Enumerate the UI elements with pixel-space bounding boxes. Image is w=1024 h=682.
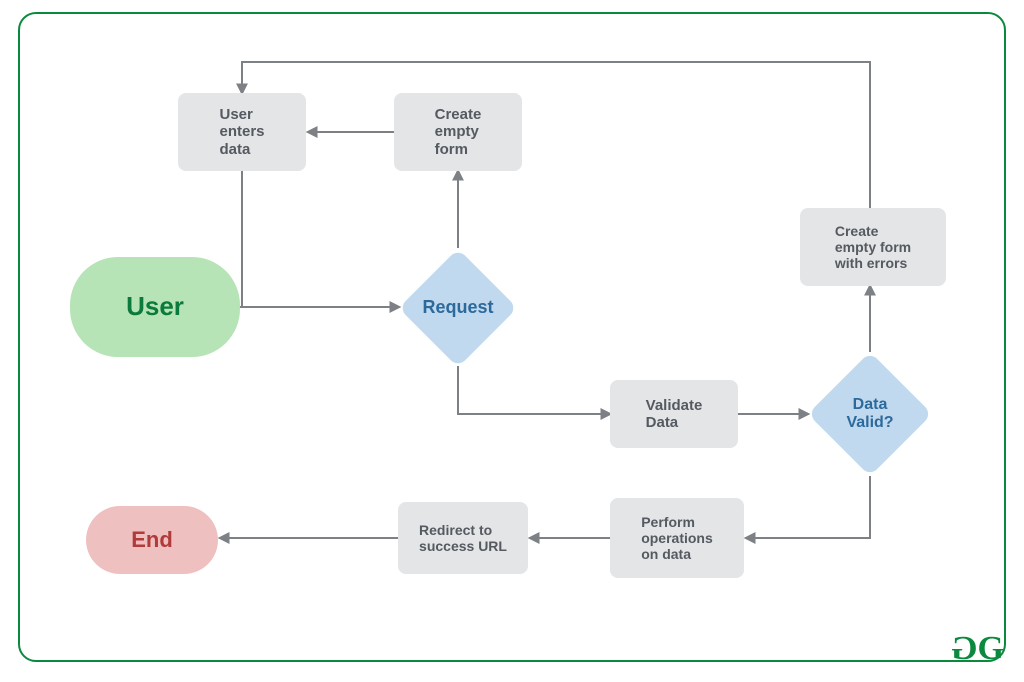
process-label: Create empty form <box>421 106 496 158</box>
process-create-form-errors: Create empty form with errors <box>800 208 946 286</box>
process-perform-operations: Perform operations on data <box>610 498 744 578</box>
decision-label: Request <box>422 298 493 318</box>
process-label: Validate Data <box>632 397 717 432</box>
start-node-user: User <box>70 257 240 357</box>
start-label: User <box>126 292 184 322</box>
process-label: Perform operations on data <box>627 514 727 562</box>
process-label: User enters data <box>205 106 278 158</box>
process-label: Redirect to success URL <box>405 522 521 554</box>
end-node: End <box>86 506 218 574</box>
process-redirect-success: Redirect to success URL <box>398 502 528 574</box>
process-user-enters-data: User enters data <box>178 93 306 171</box>
decision-data-valid: Data Valid? <box>808 352 932 476</box>
brand-logo-icon: GG <box>953 630 1002 668</box>
decision-request: Request <box>398 248 518 368</box>
process-label: Create empty form with errors <box>821 223 925 271</box>
end-label: End <box>131 527 173 552</box>
process-create-empty-form: Create empty form <box>394 93 522 171</box>
decision-label: Data Valid? <box>846 396 893 431</box>
process-validate-data: Validate Data <box>610 380 738 448</box>
